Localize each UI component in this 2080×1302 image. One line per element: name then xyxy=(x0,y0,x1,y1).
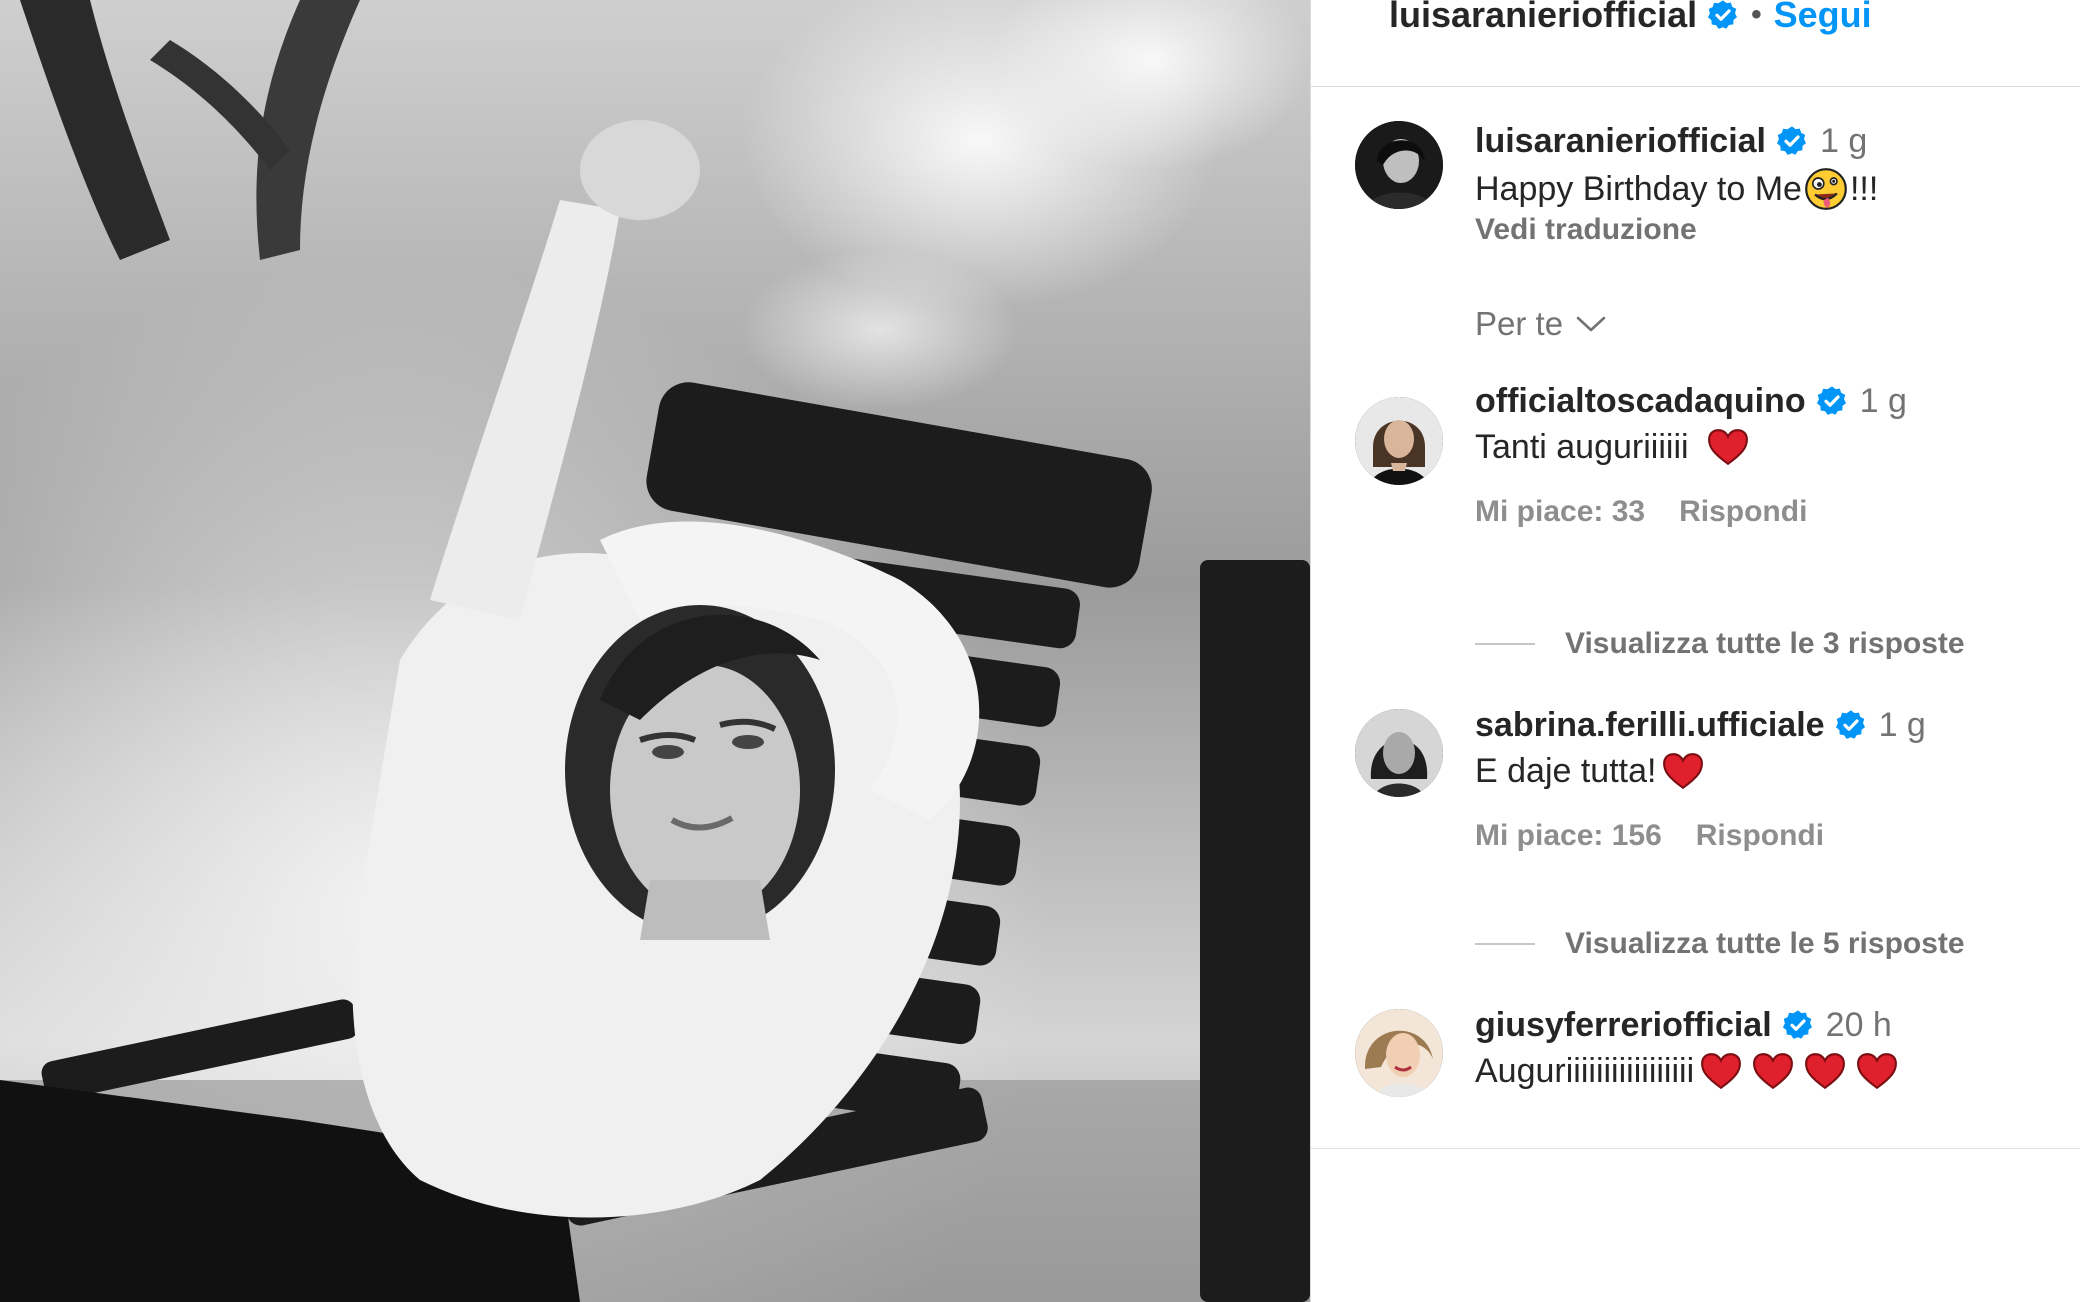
comment-username[interactable]: giusyferreriofficial xyxy=(1475,1006,1772,1045)
comment-actions: Mi piace: 156 Rispondi xyxy=(1475,819,2075,853)
comments-panel: luisaranieriofficial • Segui luisaranier… xyxy=(1310,0,2080,1302)
verified-badge-icon xyxy=(1816,386,1846,415)
caption-text: Happy Birthday to Me !!! xyxy=(1475,167,2075,211)
comment-time[interactable]: 1 g xyxy=(1860,382,1907,421)
header-user-row: luisaranieriofficial • Segui xyxy=(1389,0,1872,36)
red-heart-emoji-icon xyxy=(1707,429,1748,466)
comment-likes[interactable]: Mi piace: 33 xyxy=(1475,495,1645,529)
comment-header: officialtoscadaquino 1 g xyxy=(1475,379,2075,423)
comment-actions: Mi piace: 33 Rispondi xyxy=(1475,495,2075,529)
comment-header: sabrina.ferilli.ufficiale 1 g xyxy=(1475,703,2075,747)
view-replies-label: Visualizza tutte le 3 risposte xyxy=(1565,627,1965,660)
red-heart-emoji-icon xyxy=(1805,1053,1846,1090)
view-replies-label: Visualizza tutte le 5 risposte xyxy=(1565,927,1965,960)
chevron-down-icon xyxy=(1576,316,1606,332)
follow-button[interactable]: Segui xyxy=(1774,0,1872,36)
avatar[interactable] xyxy=(1355,121,1443,209)
caption-body: luisaranieriofficial 1 g Happy Birthday … xyxy=(1475,119,2075,247)
comment-body: sabrina.ferilli.ufficiale 1 g E daje tut… xyxy=(1475,703,2075,853)
verified-badge-icon xyxy=(1782,1010,1812,1039)
comment-username[interactable]: officialtoscadaquino xyxy=(1475,382,1806,421)
comment-header: giusyferreriofficial 20 h xyxy=(1475,1003,2075,1047)
avatar-image xyxy=(1355,121,1443,209)
post-header: luisaranieriofficial • Segui xyxy=(1311,0,2080,87)
comment-text: E daje tutta! xyxy=(1475,751,1657,790)
post-photo[interactable] xyxy=(0,0,1310,1302)
verified-badge-icon xyxy=(1708,0,1738,29)
comment-text-row: Tanti auguriiiiii xyxy=(1475,427,2075,467)
avatar-image xyxy=(1355,1009,1443,1097)
caption-header: luisaranieriofficial 1 g xyxy=(1475,119,2075,163)
caption-username[interactable]: luisaranieriofficial xyxy=(1475,122,1766,161)
replies-divider xyxy=(1475,943,1535,945)
comment-time[interactable]: 1 g xyxy=(1879,706,1926,745)
replies-divider xyxy=(1475,643,1535,645)
avatar-image xyxy=(1355,397,1443,485)
caption-time[interactable]: 1 g xyxy=(1820,122,1867,161)
comments-feed: luisaranieriofficial 1 g Happy Birthday … xyxy=(1311,87,2080,1147)
caption-text-end: !!! xyxy=(1849,169,1879,208)
view-replies-button[interactable]: Visualizza tutte le 3 risposte xyxy=(1475,627,1965,661)
avatar[interactable] xyxy=(1355,397,1443,485)
comment-text: Auguriiiiiiiiiiiiiiiii xyxy=(1475,1051,1695,1090)
comment-username[interactable]: sabrina.ferilli.ufficiale xyxy=(1475,706,1825,745)
verified-badge-icon xyxy=(1835,710,1865,739)
avatar-image xyxy=(1355,709,1443,797)
comment-likes[interactable]: Mi piace: 156 xyxy=(1475,819,1662,853)
reply-button[interactable]: Rispondi xyxy=(1679,495,1807,529)
post-image xyxy=(0,0,1310,1302)
caption-text-start: Happy Birthday to Me xyxy=(1475,169,1802,208)
reply-button[interactable]: Rispondi xyxy=(1696,819,1824,853)
comment-body: giusyferreriofficial 20 h Auguriiiiiiiii… xyxy=(1475,1003,2075,1091)
feed-divider xyxy=(1311,1148,2080,1149)
red-heart-emoji-icon xyxy=(1857,1053,1898,1090)
comment-body: officialtoscadaquino 1 g Tanti auguriiii… xyxy=(1475,379,2075,529)
comment-text-row: E daje tutta! xyxy=(1475,751,2075,791)
avatar[interactable] xyxy=(1355,709,1443,797)
red-heart-emoji-icon xyxy=(1701,1053,1742,1090)
comment-sort-dropdown[interactable]: Per te xyxy=(1475,305,1607,343)
zany-face-emoji-icon xyxy=(1805,168,1847,210)
view-replies-button[interactable]: Visualizza tutte le 5 risposte xyxy=(1475,927,1965,961)
verified-badge-icon xyxy=(1776,126,1806,155)
comment-text: Tanti auguriiiiii xyxy=(1475,427,1689,466)
red-heart-emoji-icon xyxy=(1753,1053,1794,1090)
avatar[interactable] xyxy=(1355,1009,1443,1097)
comment-time[interactable]: 20 h xyxy=(1826,1006,1892,1045)
header-separator: • xyxy=(1751,0,1762,31)
sort-label: Per te xyxy=(1475,305,1564,342)
comment-text-row: Auguriiiiiiiiiiiiiiiii xyxy=(1475,1051,2075,1091)
red-heart-emoji-icon xyxy=(1663,753,1704,790)
see-translation-link[interactable]: Vedi traduzione xyxy=(1475,213,2075,247)
header-username[interactable]: luisaranieriofficial xyxy=(1389,0,1697,36)
